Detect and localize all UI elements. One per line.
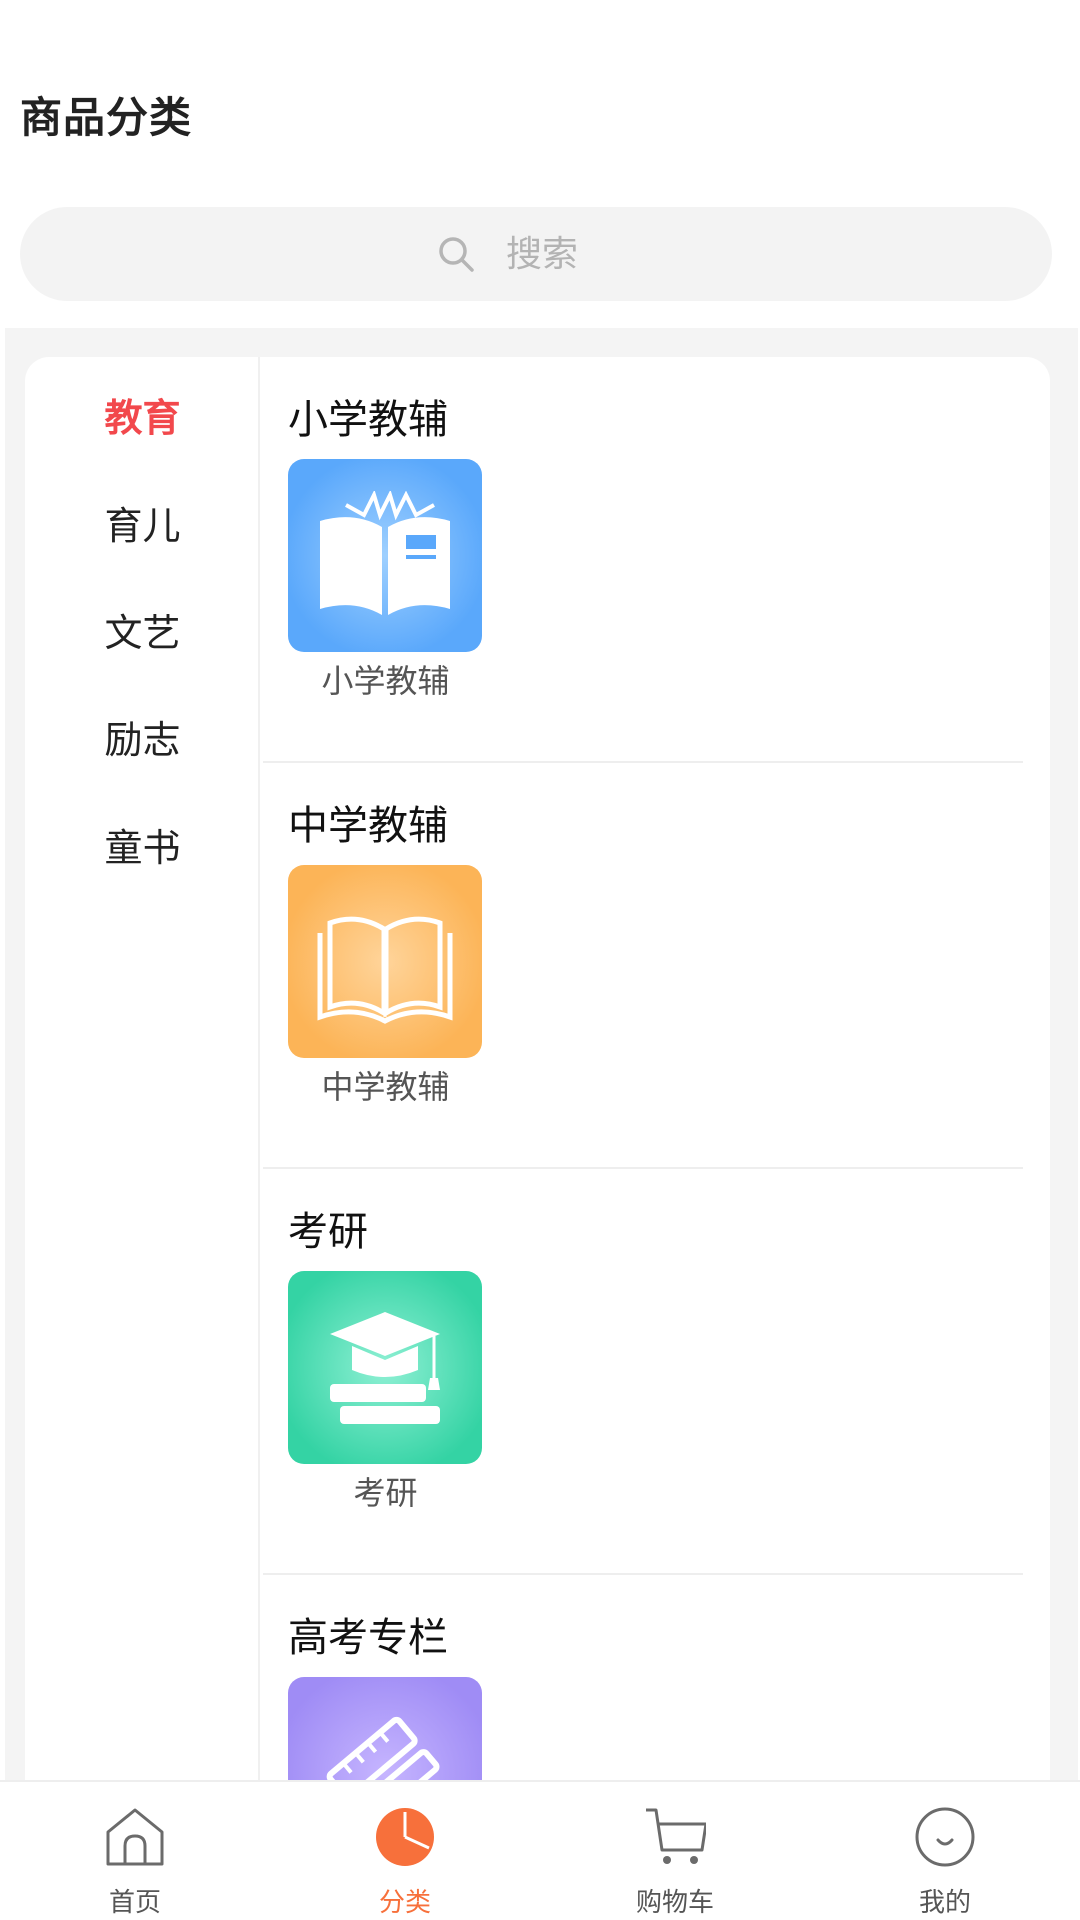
tile-icon-bg (288, 865, 482, 1058)
ruler-pencil-icon (326, 1716, 440, 1780)
tile-label: 中学教辅 (321, 1068, 450, 1106)
tab-home[interactable]: 首页 (0, 1782, 270, 1920)
book-outline-icon (317, 916, 453, 1024)
tile-icon-bg (288, 1677, 482, 1780)
section-title: 中学教辅 (288, 803, 448, 849)
page-title: 商品分类 (20, 93, 193, 142)
category-sidebar: 教育 育儿 文艺 励志 童书 (25, 357, 260, 1780)
section-title: 考研 (288, 1209, 368, 1255)
tab-cart[interactable]: 购物车 (540, 1782, 810, 1920)
tile-icon-bg (288, 1271, 482, 1464)
tile-icon-bg (288, 459, 482, 652)
section-divider (263, 1167, 1023, 1169)
sidebar-item-inspiration[interactable]: 励志 (25, 709, 260, 764)
category-page: 商品分类 教育 育儿 文艺 励志 童书 小学教辅 (0, 0, 1080, 1920)
section-title: 高考专栏 (288, 1615, 448, 1661)
tab-category[interactable]: 分类 (270, 1782, 540, 1920)
smiley-icon (915, 1807, 975, 1867)
category-tile[interactable]: 小学教辅 (288, 459, 483, 702)
search-input[interactable] (506, 233, 636, 275)
bottom-tab-bar: 首页 分类 购物车 我的 (0, 1780, 1080, 1920)
section-divider (263, 1573, 1023, 1575)
cart-icon (646, 1808, 706, 1864)
tab-label: 分类 (378, 1888, 431, 1918)
sidebar-item-parenting[interactable]: 育儿 (25, 495, 260, 550)
category-tile[interactable] (288, 1677, 483, 1780)
tab-label: 购物车 (635, 1888, 714, 1918)
category-panel: 教育 育儿 文艺 励志 童书 小学教辅 小学教辅 中学教辅 中学教辅 考研 考研… (25, 357, 1050, 1780)
sidebar-item-education[interactable]: 教育 (25, 387, 260, 442)
home-icon (106, 1808, 164, 1866)
tile-label: 小学教辅 (321, 662, 450, 700)
tile-label: 考研 (353, 1474, 418, 1512)
sidebar-item-literature[interactable]: 文艺 (25, 602, 260, 657)
pie-chart-icon (376, 1808, 434, 1866)
section-divider (263, 761, 1023, 763)
section-title: 小学教辅 (288, 397, 448, 443)
tab-profile[interactable]: 我的 (810, 1782, 1080, 1920)
search-bar[interactable] (20, 207, 1052, 301)
sidebar-item-childrens-books[interactable]: 童书 (25, 817, 260, 872)
graduation-cap-icon (330, 1311, 440, 1424)
search-icon (439, 237, 474, 272)
tab-label: 首页 (108, 1888, 161, 1918)
open-book-icon (320, 490, 450, 615)
category-tile[interactable]: 中学教辅 (288, 865, 483, 1108)
category-tile[interactable]: 考研 (288, 1271, 483, 1514)
tab-label: 我的 (918, 1888, 971, 1918)
